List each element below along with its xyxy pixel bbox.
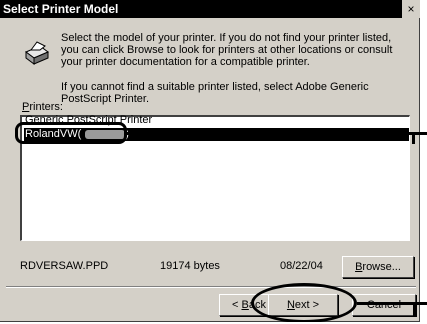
dialog-title: Select Printer Model	[3, 2, 119, 16]
printers-label: Printers:	[22, 101, 63, 113]
next-button-callout-line	[357, 302, 427, 305]
selected-printer-callout-tick	[412, 132, 415, 144]
printer-icon	[25, 41, 49, 65]
selected-printer-callout	[15, 122, 127, 144]
intro-text: Select the model of your printer. If you…	[61, 32, 393, 68]
browse-button[interactable]: Browse...	[342, 256, 414, 278]
button-separator	[6, 286, 416, 288]
selected-printer-callout-line	[127, 132, 427, 135]
back-mnemonic: B	[241, 299, 249, 311]
ppd-filename: RDVERSAW.PPD	[20, 260, 109, 272]
cancel-button[interactable]: Cancel	[352, 294, 416, 316]
next-button-callout	[251, 283, 357, 323]
select-printer-dialog: Select Printer Model × Select the model …	[0, 0, 427, 323]
printers-label-rest: rinters:	[29, 101, 63, 113]
fallback-hint-text: If you cannot find a suitable printer li…	[61, 81, 369, 105]
browse-label-rest: rowse...	[362, 261, 401, 273]
back-prefix: <	[232, 299, 242, 311]
close-icon[interactable]: ×	[402, 0, 420, 18]
ppd-file-date: 08/22/04	[280, 260, 323, 272]
next-button-callout-tick	[413, 302, 416, 316]
title-bar[interactable]: Select Printer Model ×	[0, 0, 420, 18]
ppd-file-size: 19174 bytes	[160, 260, 220, 272]
